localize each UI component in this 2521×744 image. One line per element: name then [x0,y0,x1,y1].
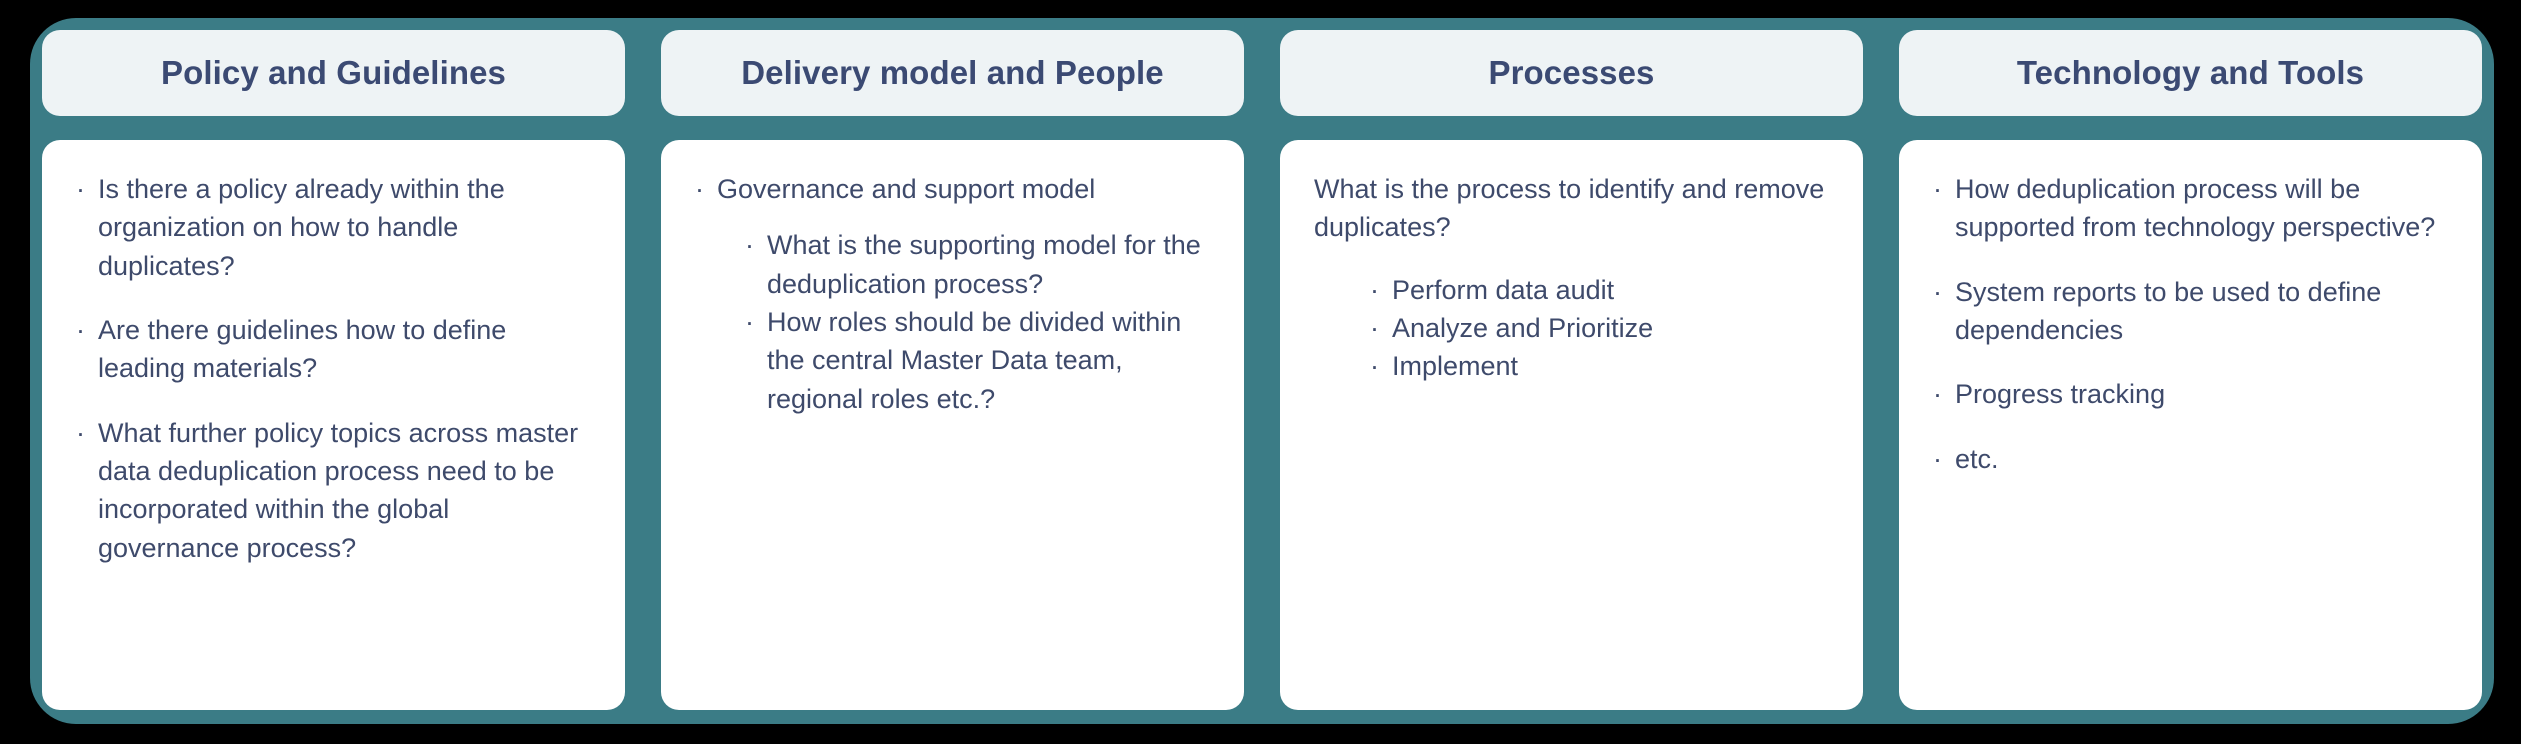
sub-list-item-text: Analyze and Prioritize [1392,312,1654,343]
list-item-text: Is there a policy already within the org… [98,174,505,281]
list-item: · Governance and support model [695,170,1210,208]
column-delivery-model-and-people: Delivery model and People · Governance a… [661,30,1244,710]
bullet-dot-icon: · [1933,443,1942,474]
sub-list-item: · Implement [1370,347,1829,385]
header-body-divider-2 [661,116,1244,140]
header-title-policy-and-guidelines: Policy and Guidelines [160,54,507,92]
bullet-dot-icon: · [1933,276,1942,307]
bullet-dot-icon: · [1370,312,1379,343]
bullet-dot-icon: · [745,306,754,337]
bullet-dot-icon: · [695,174,704,204]
bullet-dot-icon: · [745,230,754,261]
sub-list-item-text: What is the supporting model for the ded… [767,230,1201,299]
bullet-dot-icon: · [1933,379,1942,410]
header-card-technology-and-tools[interactable]: Technology and Tools [1899,30,2482,116]
list-item: · etc. [1933,440,2448,478]
sub-list-item: · Analyze and Prioritize [1370,309,1829,347]
list-item: · What further policy topics across mast… [76,414,591,567]
body-card-policy-and-guidelines[interactable]: · Is there a policy already within the o… [42,140,625,710]
list-item: · Progress tracking [1933,375,2448,413]
list-item: · System reports to be used to define de… [1933,273,2448,350]
bullet-dot-icon: · [1933,174,1942,204]
header-card-policy-and-guidelines[interactable]: Policy and Guidelines [42,30,625,116]
bullet-list-policy: · Is there a policy already within the o… [76,170,591,567]
sub-list-item-text: How roles should be divided within the c… [767,306,1182,414]
header-body-divider-1 [42,116,625,140]
list-item-text: Are there guidelines how to define leadi… [98,314,507,384]
list-item-text: How deduplication process will be suppor… [1955,174,2436,243]
list-item-text: etc. [1955,443,1999,474]
list-item-text: System reports to be used to define depe… [1955,276,2382,345]
header-body-divider-4 [1899,116,2482,140]
column-group: Policy and Guidelines · Is there a polic… [30,18,2494,724]
sub-list-item-text: Implement [1392,351,1519,382]
slide-canvas: Policy and Guidelines · Is there a polic… [0,0,2521,744]
bullet-dot-icon: · [76,417,85,448]
header-title-processes: Processes [1488,54,1655,92]
header-body-divider-3 [1280,116,1863,140]
body-card-delivery-model-and-people[interactable]: · Governance and support model · What is… [661,140,1244,710]
list-item-text: Governance and support model [717,174,1096,204]
body-card-processes[interactable]: What is the process to identify and remo… [1280,140,1863,710]
header-title-technology-and-tools: Technology and Tools [2016,54,2365,92]
list-item-text: What further policy topics across master… [98,417,579,563]
bullet-list-technology: · How deduplication process will be supp… [1933,170,2448,478]
sub-list-item: · Perform data audit [1370,271,1829,309]
bullet-list-delivery: · Governance and support model [695,170,1210,208]
bullet-dot-icon: · [1370,351,1379,382]
column-policy-and-guidelines: Policy and Guidelines · Is there a polic… [42,30,625,710]
bullet-dot-icon: · [76,174,85,204]
column-technology-and-tools: Technology and Tools · How deduplication… [1899,30,2482,710]
list-item: · How deduplication process will be supp… [1933,170,2448,247]
header-title-delivery-model-and-people: Delivery model and People [741,54,1164,92]
header-card-processes[interactable]: Processes [1280,30,1863,116]
sub-list-item: · How roles should be divided within the… [745,303,1210,418]
column-processes: Processes What is the process to identif… [1280,30,1863,710]
lead-paragraph-processes: What is the process to identify and remo… [1314,174,1825,243]
list-item-text: Progress tracking [1955,379,2166,410]
sub-list-item: · What is the supporting model for the d… [745,226,1210,303]
bullet-dot-icon: · [76,314,85,345]
list-item: · Is there a policy already within the o… [76,170,591,285]
sub-list-item-text: Perform data audit [1392,274,1615,305]
sub-bullet-list-processes: · Perform data audit · Analyze and Prior… [1370,271,1829,386]
list-item: · Are there guidelines how to define lea… [76,311,591,388]
sub-bullet-list-delivery: · What is the supporting model for the d… [745,226,1210,418]
header-card-delivery-model-and-people[interactable]: Delivery model and People [661,30,1244,116]
bullet-dot-icon: · [1370,274,1379,305]
body-card-technology-and-tools[interactable]: · How deduplication process will be supp… [1899,140,2482,710]
